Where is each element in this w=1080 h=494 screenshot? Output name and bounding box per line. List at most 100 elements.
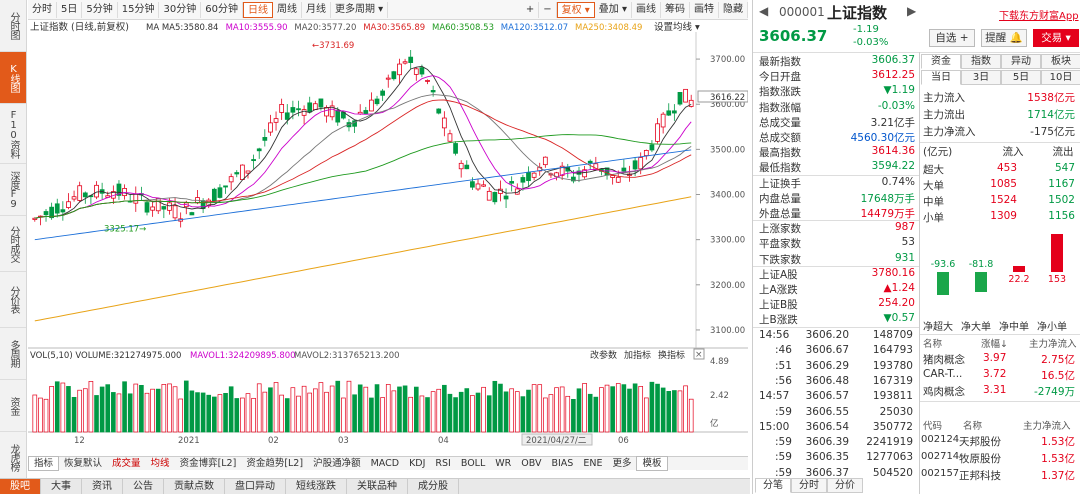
vol-tick-label: 2.42 bbox=[710, 391, 729, 401]
concept-name[interactable]: CAR-T... bbox=[923, 368, 962, 380]
volume-bar bbox=[262, 391, 268, 433]
indicator-tab[interactable]: ENE bbox=[578, 457, 607, 470]
period-button[interactable]: 5分钟 bbox=[82, 1, 118, 18]
fund-period-tab[interactable]: 5日 bbox=[1001, 70, 1041, 85]
tick-tab[interactable]: 分笔 bbox=[755, 478, 791, 493]
action-button[interactable]: 自选 + bbox=[929, 29, 975, 47]
volume-bar bbox=[604, 384, 610, 433]
fund-tab[interactable]: 指数 bbox=[961, 54, 1001, 69]
indicator-tab[interactable]: 指标 bbox=[28, 456, 60, 471]
indicator-tab[interactable]: WR bbox=[490, 457, 516, 470]
indicator-tab[interactable]: OBV bbox=[516, 457, 546, 470]
action-button[interactable]: 交易 ▾ bbox=[1033, 29, 1079, 47]
bottom-nav-item[interactable]: 贡献点数 bbox=[164, 479, 225, 494]
next-arrow-icon[interactable]: ▶ bbox=[907, 4, 916, 18]
stock-code-cell[interactable]: 002157 bbox=[921, 468, 959, 479]
left-nav-item[interactable]: 多周期 bbox=[0, 328, 26, 380]
candle-body bbox=[363, 110, 369, 115]
candle-body bbox=[380, 90, 385, 96]
vol-tool-button[interactable]: 换指标 bbox=[658, 349, 685, 361]
period-button[interactable]: 更多周期 ▾ bbox=[331, 1, 389, 18]
indicator-tab[interactable]: 更多 bbox=[607, 457, 636, 470]
period-button[interactable]: 分时 bbox=[28, 1, 57, 18]
left-nav-item[interactable]: F10资料 bbox=[0, 104, 26, 164]
stat-value: 987 bbox=[894, 221, 915, 234]
stock-code-cell[interactable]: 002124 bbox=[921, 434, 959, 445]
left-nav-item[interactable]: 分价表 bbox=[0, 272, 26, 328]
toolbar-tool-button[interactable]: 画特 bbox=[690, 1, 719, 18]
candle-body bbox=[324, 107, 329, 117]
period-button[interactable]: 15分钟 bbox=[118, 1, 160, 18]
indicator-tab[interactable]: 均线 bbox=[146, 457, 175, 470]
left-nav-item[interactable]: 分时成交 bbox=[0, 216, 26, 272]
left-nav-item[interactable]: K线图 bbox=[0, 52, 26, 104]
left-nav-item[interactable]: 分时图 bbox=[0, 0, 26, 52]
period-button[interactable]: 周线 bbox=[273, 1, 302, 18]
indicator-tab[interactable]: BOLL bbox=[456, 457, 490, 470]
left-nav-item[interactable]: 深度F9 bbox=[0, 164, 26, 216]
bottom-nav-item[interactable]: 成分股 bbox=[408, 479, 459, 494]
bottom-nav-item[interactable]: 资讯 bbox=[82, 479, 123, 494]
stat-value: 3780.16 bbox=[871, 266, 915, 279]
action-button[interactable]: 提醒 🔔 bbox=[981, 29, 1027, 47]
period-button[interactable]: 5日 bbox=[57, 1, 83, 18]
toolbar-tool-button[interactable]: 复权 ▾ bbox=[556, 1, 595, 18]
bottom-nav-item[interactable]: 盘口异动 bbox=[225, 479, 286, 494]
vol-tool-button[interactable]: 改参数 bbox=[590, 349, 617, 361]
indicator-tab[interactable]: 资金趋势[L2] bbox=[241, 457, 308, 470]
indicator-tab[interactable]: MACD bbox=[366, 457, 404, 470]
indicator-tab[interactable]: 模板 bbox=[636, 456, 668, 471]
chart-svg[interactable]: 上证指数 (日线,前复权) MA MA5:3580.84 MA10:3555.90 M… bbox=[28, 20, 749, 455]
volume-bar bbox=[464, 388, 470, 433]
indicator-tab[interactable]: RSI bbox=[430, 457, 455, 470]
toolbar-tool-button[interactable]: 叠加 ▾ bbox=[595, 1, 632, 18]
tick-price: 3606.48 bbox=[805, 374, 849, 387]
y-tick-label: 3700.00 bbox=[710, 55, 745, 65]
vol-ma1: MAVOL1:324209895.800 bbox=[190, 351, 296, 361]
flow-out: 1156 bbox=[1048, 210, 1075, 222]
concept-name[interactable]: 猪肉概念 bbox=[923, 352, 965, 367]
stock-name-cell[interactable]: 牧原股份 bbox=[959, 451, 1001, 466]
fund-tab[interactable]: 板块 bbox=[1041, 54, 1080, 69]
bottom-nav-item[interactable]: 关联品种 bbox=[347, 479, 408, 494]
bottom-nav-item[interactable]: 股吧 bbox=[0, 479, 41, 494]
volume-bar bbox=[492, 380, 498, 433]
set-ma-button[interactable]: 设置均线 ▾ bbox=[654, 21, 700, 33]
bottom-nav-item[interactable]: 公告 bbox=[123, 479, 164, 494]
stock-name-cell[interactable]: 正邦科技 bbox=[959, 468, 1001, 483]
stock-name-cell[interactable]: 天邦股份 bbox=[959, 434, 1001, 449]
tick-tab[interactable]: 分时 bbox=[791, 478, 827, 493]
left-nav-item[interactable]: 资金 bbox=[0, 380, 26, 432]
fund-period-tab[interactable]: 当日 bbox=[921, 70, 961, 85]
period-button[interactable]: 月线 bbox=[302, 1, 331, 18]
fund-period-tab[interactable]: 10日 bbox=[1041, 70, 1080, 85]
left-nav-item[interactable]: 龙虎榜 bbox=[0, 432, 26, 484]
indicator-tab[interactable]: KDJ bbox=[404, 457, 430, 470]
indicator-tab[interactable]: 成交量 bbox=[107, 457, 146, 470]
download-app-link[interactable]: 下载东方财富App bbox=[999, 7, 1079, 22]
bottom-nav-item[interactable]: 大事 bbox=[41, 479, 82, 494]
toolbar-tool-button[interactable]: + bbox=[522, 1, 540, 18]
vol-tool-button[interactable]: 加指标 bbox=[624, 349, 651, 361]
period-button[interactable]: 30分钟 bbox=[159, 1, 202, 18]
fund-tab[interactable]: 异动 bbox=[1001, 54, 1041, 69]
toolbar-tool-button[interactable]: 隐藏 bbox=[719, 1, 748, 18]
toolbar-tool-button[interactable]: 画线 bbox=[632, 1, 661, 18]
fund-period-tab[interactable]: 3日 bbox=[961, 70, 1001, 85]
indicator-tab[interactable]: 沪股通净额 bbox=[308, 457, 366, 470]
stock-code-cell[interactable]: 002714 bbox=[921, 451, 959, 462]
period-button[interactable]: 60分钟 bbox=[201, 1, 243, 18]
concept-name[interactable]: 鸡肉概念 bbox=[923, 384, 965, 399]
indicator-tab[interactable]: 资金博弈[L2] bbox=[175, 457, 242, 470]
period-button[interactable]: 日线 bbox=[242, 1, 273, 18]
tick-tab[interactable]: 分价 bbox=[827, 478, 863, 493]
prev-arrow-icon[interactable]: ◀ bbox=[759, 4, 768, 18]
bottom-nav-item[interactable]: 短线涨跌 bbox=[286, 479, 347, 494]
toolbar-tool-button[interactable]: 筹码 bbox=[661, 1, 690, 18]
indicator-tab[interactable]: BIAS bbox=[546, 457, 578, 470]
volume-bar bbox=[251, 397, 256, 433]
indicator-tab[interactable]: 恢复默认 bbox=[59, 457, 107, 470]
kline-chart[interactable]: 上证指数 (日线,前复权) MA MA5:3580.84 MA10:3555.90 M… bbox=[28, 20, 749, 455]
toolbar-tool-button[interactable]: − bbox=[539, 1, 557, 18]
fund-tab[interactable]: 资金 bbox=[921, 54, 961, 69]
